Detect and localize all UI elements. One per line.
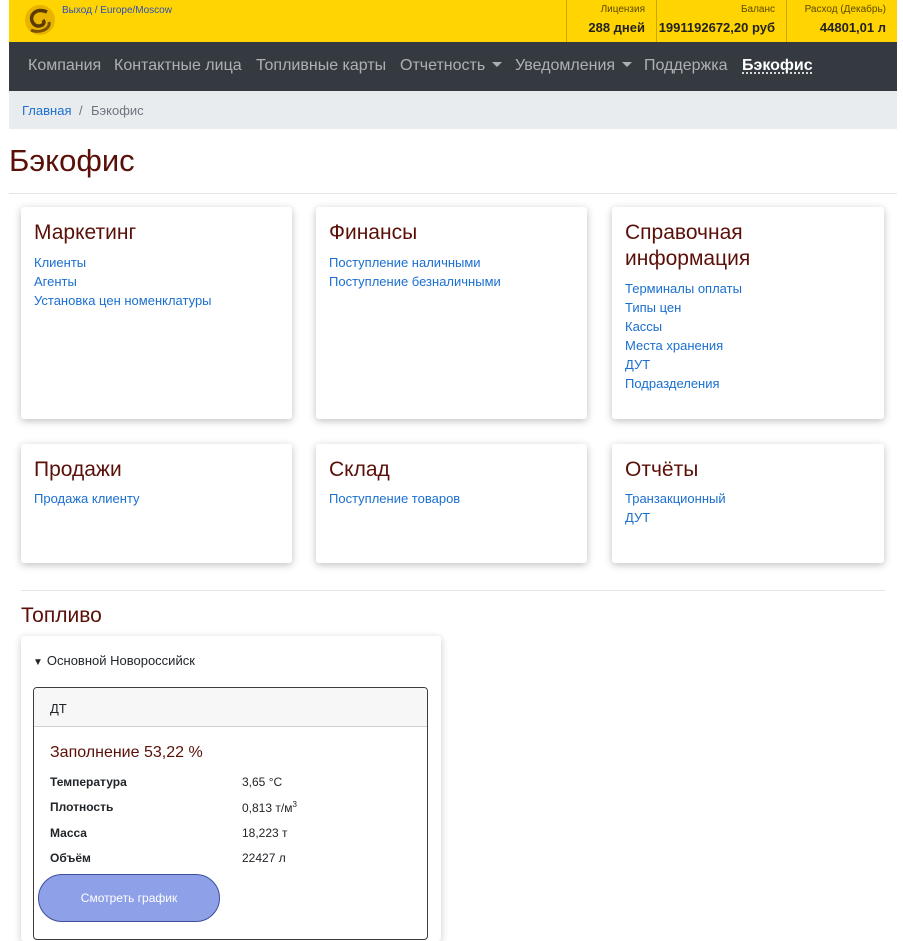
link-payment-terminals[interactable]: Терминалы оплаты: [625, 279, 742, 298]
breadcrumb-current: Бэкофис: [91, 103, 144, 118]
consumption-label: Расход (Декабрь): [804, 4, 886, 15]
link-client-sale[interactable]: Продажа клиенту: [34, 489, 140, 508]
nav-support[interactable]: Поддержка: [644, 57, 727, 75]
divider: [21, 590, 885, 591]
link-cash-receipt[interactable]: Поступление наличными: [329, 253, 501, 272]
chevron-down-icon: [492, 62, 503, 67]
nav-reports-label: Отчетность: [400, 57, 486, 74]
card-title: Склад: [329, 458, 390, 481]
station-name: Основной Новороссийск: [46, 653, 195, 668]
link-dut-report[interactable]: ДУТ: [625, 508, 726, 527]
param-label-density: Плотность: [50, 800, 114, 814]
card-reports: Отчёты Транзакционный ДУТ: [612, 444, 884, 563]
card-title: Продажи: [34, 458, 122, 481]
nav-backoffice[interactable]: Бэкофис: [742, 57, 813, 75]
link-price-types[interactable]: Типы цен: [625, 298, 742, 317]
nav-fuel-cards[interactable]: Топливные карты: [256, 57, 386, 75]
chevron-down-icon: [622, 62, 633, 67]
card-title: Отчёты: [625, 458, 699, 481]
card-sales: Продажи Продажа клиенту: [21, 444, 292, 563]
nav-notifications-dropdown[interactable]: Уведомления: [515, 57, 633, 75]
param-label-mass: Масса: [50, 826, 87, 840]
nav-reports-dropdown[interactable]: Отчетность: [400, 57, 503, 75]
breadcrumb-home[interactable]: Главная: [22, 103, 71, 118]
login-links: Выход / Europe/Moscow: [62, 5, 172, 16]
param-value-mass: 18,223 т: [242, 826, 288, 840]
param-label-volume: Объём: [50, 851, 91, 865]
card-reference: Справочная информация Терминалы оплаты Ти…: [612, 207, 884, 419]
station-toggle[interactable]: ▼ Основной Новороссийск: [33, 653, 195, 668]
breadcrumb: Главная / Бэкофис: [9, 91, 897, 129]
nav-notifications-label: Уведомления: [515, 57, 616, 74]
top-bar: Выход / Europe/Moscow Лицензия 288 дней …: [9, 0, 897, 42]
tank-card: ДТ Заполнение 53,22 % Температура 3,65 °…: [33, 687, 428, 940]
link-dut[interactable]: ДУТ: [625, 355, 742, 374]
triangle-down-icon: ▼: [33, 657, 43, 668]
license-value: 288 дней: [588, 20, 645, 35]
company-logo-icon[interactable]: [23, 3, 57, 37]
link-cash-desks[interactable]: Кассы: [625, 317, 742, 336]
link-goods-receipt[interactable]: Поступление товаров: [329, 489, 460, 508]
license-stat: Лицензия 288 дней: [566, 0, 656, 42]
param-value-temperature: 3,65 °C: [242, 775, 283, 789]
divider: [9, 193, 897, 194]
link-price-setting[interactable]: Установка цен номенклатуры: [34, 291, 212, 310]
consumption-value: 44801,01 л: [819, 20, 886, 35]
link-separator: /: [94, 5, 98, 16]
card-marketing: Маркетинг Клиенты Агенты Установка цен н…: [21, 207, 292, 419]
page-title: Бэкофис: [9, 143, 135, 178]
nav-contacts[interactable]: Контактные лица: [114, 57, 242, 75]
density-value: 0,813 т/м: [242, 801, 293, 815]
breadcrumb-separator: /: [79, 103, 83, 118]
tank-fill-level: Заполнение 53,22 %: [50, 744, 203, 761]
fuel-card: ▼ Основной Новороссийск ДТ Заполнение 53,…: [21, 636, 441, 941]
link-transaction-report[interactable]: Транзакционный: [625, 489, 726, 508]
card-links: Поступление товаров: [329, 489, 460, 508]
density-superscript: 3: [292, 800, 297, 809]
card-links: Клиенты Агенты Установка цен номенклатур…: [34, 253, 212, 310]
link-clients[interactable]: Клиенты: [34, 253, 212, 272]
balance-value: 1991192672,20 руб: [658, 20, 775, 35]
consumption-stat: Расход (Декабрь) 44801,01 л: [786, 0, 897, 42]
license-label: Лицензия: [600, 4, 645, 15]
timezone-link[interactable]: Europe/Moscow: [100, 5, 172, 16]
card-links: Транзакционный ДУТ: [625, 489, 726, 527]
card-warehouse: Склад Поступление товаров: [316, 444, 587, 563]
main-navbar: Компания Контактные лица Топливные карты…: [9, 42, 897, 91]
link-noncash-receipt[interactable]: Поступление безналичными: [329, 272, 501, 291]
param-label-temperature: Температура: [50, 775, 127, 789]
fuel-section-title: Топливо: [21, 604, 102, 627]
card-title-line1: Справочная: [625, 221, 743, 244]
card-links: Терминалы оплаты Типы цен Кассы Места хр…: [625, 279, 742, 393]
balance-stat: Баланс 1991192672,20 руб: [656, 0, 786, 42]
card-title: Маркетинг: [34, 221, 137, 244]
card-title: Справочная информация: [625, 220, 750, 272]
card-finance: Финансы Поступление наличными Поступлени…: [316, 207, 587, 419]
param-value-density: 0,813 т/м3: [242, 800, 297, 815]
tank-name: ДТ: [34, 688, 427, 727]
link-departments[interactable]: Подразделения: [625, 374, 742, 393]
nav-company[interactable]: Компания: [28, 57, 101, 75]
logout-link[interactable]: Выход: [62, 5, 92, 16]
card-title: Финансы: [329, 221, 418, 244]
link-storage-places[interactable]: Места хранения: [625, 336, 742, 355]
link-agents[interactable]: Агенты: [34, 272, 212, 291]
param-value-volume: 22427 л: [242, 851, 286, 865]
card-links: Поступление наличными Поступление безнал…: [329, 253, 501, 291]
view-chart-button[interactable]: Смотреть график: [38, 874, 220, 922]
card-links: Продажа клиенту: [34, 489, 140, 508]
balance-label: Баланс: [740, 4, 775, 15]
card-title-line2: информация: [625, 247, 751, 270]
